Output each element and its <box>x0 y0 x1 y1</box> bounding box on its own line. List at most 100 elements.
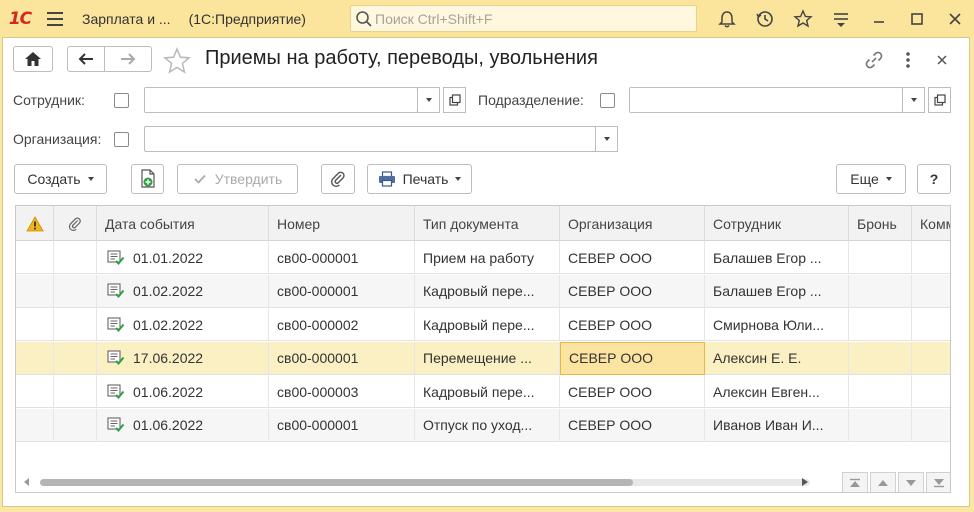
attachments-button[interactable] <box>321 164 355 194</box>
favorites-star-icon[interactable] <box>784 0 822 37</box>
global-search[interactable] <box>350 5 697 32</box>
doc-type-cell[interactable]: Кадровый пере... <box>415 274 560 308</box>
empty-cell[interactable] <box>849 408 912 442</box>
department-dropdown-button[interactable] <box>902 87 925 113</box>
home-button[interactable] <box>13 46 53 72</box>
empty-cell[interactable] <box>912 409 950 442</box>
employee-cell[interactable]: Иванов Иван И... <box>705 408 849 442</box>
close-icon[interactable] <box>936 0 974 37</box>
empty-cell[interactable] <box>54 308 97 341</box>
employee-open-button[interactable] <box>443 87 466 113</box>
print-button[interactable]: Печать <box>367 164 472 194</box>
empty-cell[interactable] <box>54 408 97 442</box>
date-cell[interactable]: 01.01.2022 <box>97 241 269 274</box>
scroll-right-icon[interactable] <box>802 478 808 486</box>
number-cell[interactable]: св00-000001 <box>269 408 415 442</box>
column-header-employee[interactable]: Сотрудник <box>705 206 849 241</box>
column-header-attachments[interactable] <box>54 206 97 241</box>
empty-cell[interactable] <box>849 375 912 408</box>
favorite-star-icon[interactable] <box>162 46 192 78</box>
organization-cell[interactable]: СЕВЕР ООО <box>560 408 705 442</box>
empty-cell[interactable] <box>54 375 97 408</box>
date-cell[interactable]: 01.02.2022 <box>97 274 269 308</box>
organization-filter-checkbox[interactable] <box>114 132 129 147</box>
empty-cell[interactable] <box>849 341 912 375</box>
department-filter-field[interactable] <box>629 87 903 113</box>
empty-cell[interactable] <box>912 375 950 408</box>
approve-button[interactable]: Утвердить <box>177 164 298 194</box>
department-filter-checkbox[interactable] <box>600 93 615 108</box>
minimize-icon[interactable] <box>860 0 898 37</box>
number-cell[interactable]: св00-000002 <box>269 308 415 341</box>
bell-icon[interactable] <box>708 0 746 37</box>
table-row[interactable]: 17.06.2022 св00-000001 Перемещение ... СЕВЕ… <box>16 341 950 375</box>
doc-type-cell[interactable]: Отпуск по уход... <box>415 408 560 442</box>
employee-cell[interactable]: Алексин Е. Е. <box>705 341 849 375</box>
number-cell[interactable]: св00-000001 <box>269 274 415 308</box>
empty-cell[interactable] <box>849 241 912 274</box>
more-button[interactable]: Еще <box>836 164 906 194</box>
column-header-number[interactable]: Номер <box>269 206 415 241</box>
organization-cell[interactable]: СЕВЕР ООО <box>560 241 705 274</box>
number-cell[interactable]: св00-000003 <box>269 375 415 408</box>
empty-cell[interactable] <box>54 274 97 308</box>
organization-cell[interactable]: СЕВЕР ООО <box>560 375 705 408</box>
doc-type-cell[interactable]: Кадровый пере... <box>415 308 560 341</box>
table-row[interactable]: 01.02.2022 св00-000001 Кадровый пере... СЕВ… <box>16 274 950 308</box>
table-row[interactable]: 01.06.2022 св00-000001 Отпуск по уход... СЕ… <box>16 408 950 442</box>
organization-filter-field[interactable] <box>144 126 596 152</box>
documents-table[interactable]: Дата события Номер Тип документа Организ… <box>15 205 951 493</box>
organization-cell[interactable]: СЕВЕР ООО <box>560 274 705 308</box>
go-last-button[interactable] <box>926 472 950 492</box>
search-input[interactable] <box>373 9 673 28</box>
employee-filter-checkbox[interactable] <box>114 93 129 108</box>
more-vertical-icon[interactable] <box>895 48 921 72</box>
form-close-icon[interactable] <box>929 48 955 72</box>
empty-cell[interactable] <box>912 342 950 375</box>
doc-type-cell[interactable]: Прием на работу <box>415 241 560 274</box>
table-row[interactable]: 01.02.2022 св00-000002 Кадровый пере... СЕВ… <box>16 308 950 341</box>
organization-dropdown-button[interactable] <box>595 126 618 152</box>
create-button[interactable]: Создать <box>14 164 107 194</box>
link-icon[interactable] <box>861 48 887 72</box>
settings-menu-icon[interactable] <box>822 0 860 37</box>
organization-cell[interactable]: СЕВЕР ООО <box>560 308 705 341</box>
scroll-left-icon[interactable] <box>24 478 30 486</box>
create-copy-button[interactable] <box>131 164 164 194</box>
empty-cell[interactable] <box>16 341 54 375</box>
page-down-button[interactable] <box>898 472 924 492</box>
table-row[interactable]: 01.01.2022 св00-000001 Прием на работу СЕВЕ… <box>16 241 950 274</box>
date-cell[interactable]: 01.06.2022 <box>97 408 269 442</box>
help-button[interactable]: ? <box>917 164 951 194</box>
column-header-organization[interactable]: Организация <box>560 206 705 241</box>
date-cell[interactable]: 01.06.2022 <box>97 375 269 408</box>
page-up-button[interactable] <box>870 472 896 492</box>
column-header-reservation[interactable]: Бронь <box>849 206 912 241</box>
empty-cell[interactable] <box>54 241 97 274</box>
column-header-warning[interactable] <box>16 206 54 241</box>
empty-cell[interactable] <box>16 274 54 308</box>
doc-type-cell[interactable]: Перемещение ... <box>415 341 560 375</box>
column-header-date[interactable]: Дата события <box>97 206 269 241</box>
maximize-icon[interactable] <box>898 0 936 37</box>
employee-cell[interactable]: Балашев Егор ... <box>705 241 849 274</box>
employee-cell[interactable]: Балашев Егор ... <box>705 274 849 308</box>
employee-cell[interactable]: Смирнова Юли... <box>705 308 849 341</box>
employee-cell[interactable]: Алексин Евген... <box>705 375 849 408</box>
empty-cell[interactable] <box>16 308 54 341</box>
empty-cell[interactable] <box>912 275 950 308</box>
table-row[interactable]: 01.06.2022 св00-000003 Кадровый пере... СЕВ… <box>16 375 950 408</box>
organization-cell[interactable]: СЕВЕР ООО <box>560 341 705 375</box>
employee-dropdown-button[interactable] <box>417 87 440 113</box>
go-first-button[interactable] <box>842 472 868 492</box>
date-cell[interactable]: 17.06.2022 <box>97 341 269 375</box>
main-menu-icon[interactable] <box>40 0 70 37</box>
column-header-comment[interactable]: Комм <box>912 206 950 241</box>
date-cell[interactable]: 01.02.2022 <box>97 308 269 341</box>
empty-cell[interactable] <box>849 274 912 308</box>
employee-filter-field[interactable] <box>144 87 418 113</box>
employee-filter-input[interactable] <box>145 88 417 112</box>
horizontal-scrollbar[interactable] <box>16 471 950 492</box>
column-header-doc-type[interactable]: Тип документа <box>415 206 560 241</box>
empty-cell[interactable] <box>54 341 97 375</box>
